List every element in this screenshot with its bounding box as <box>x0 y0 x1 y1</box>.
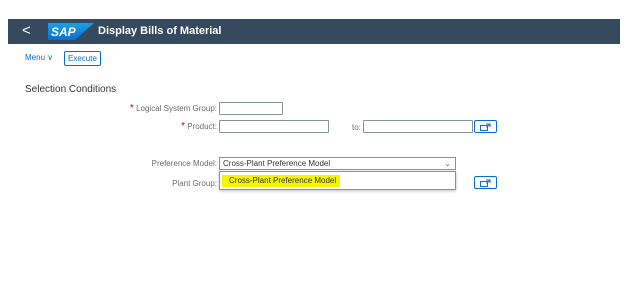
to-label: to: <box>352 123 361 132</box>
app-title: Display Bills of Material <box>98 25 222 37</box>
menu-label: Menu <box>25 53 46 62</box>
value-help-icon <box>480 123 491 131</box>
chevron-down-icon: ⌄ <box>444 159 451 168</box>
product-multiple-selection-button[interactable] <box>474 120 497 133</box>
back-button[interactable]: < <box>22 22 31 40</box>
chevron-down-icon: ∨ <box>47 53 54 62</box>
product-from-input[interactable] <box>219 120 329 133</box>
required-marker: * <box>129 103 134 114</box>
product-label: * Product: <box>181 121 217 132</box>
preference-model-dropdown-list: Cross-Plant Preference Model <box>219 171 456 190</box>
svg-text:SAP: SAP <box>51 25 77 39</box>
preference-model-label: Preference Model: <box>151 159 217 168</box>
menu-button[interactable]: Menu ∨ <box>25 53 53 62</box>
logical-system-group-label-text: Logical System Group: <box>136 104 217 113</box>
required-marker: * <box>181 121 185 132</box>
logical-system-group-label: * Logical System Group: <box>130 103 217 114</box>
execute-button[interactable]: Execute <box>64 51 101 66</box>
value-help-icon <box>480 179 491 187</box>
sap-logo: SAP <box>48 23 94 40</box>
plant-group-label: Plant Group: <box>172 179 217 188</box>
dropdown-option-cross-plant[interactable]: Cross-Plant Preference Model <box>222 175 341 187</box>
product-to-input[interactable] <box>363 120 473 133</box>
logical-system-group-input[interactable] <box>219 102 283 115</box>
product-label-text: Product: <box>187 122 217 131</box>
preference-model-select[interactable]: Cross-Plant Preference Model ⌄ <box>219 157 456 170</box>
shell-bar: < SAP Display Bills of Material <box>8 19 620 44</box>
plant-group-multiple-selection-button[interactable] <box>474 176 497 189</box>
section-title: Selection Conditions <box>25 84 117 95</box>
preference-model-value: Cross-Plant Preference Model <box>223 159 331 168</box>
